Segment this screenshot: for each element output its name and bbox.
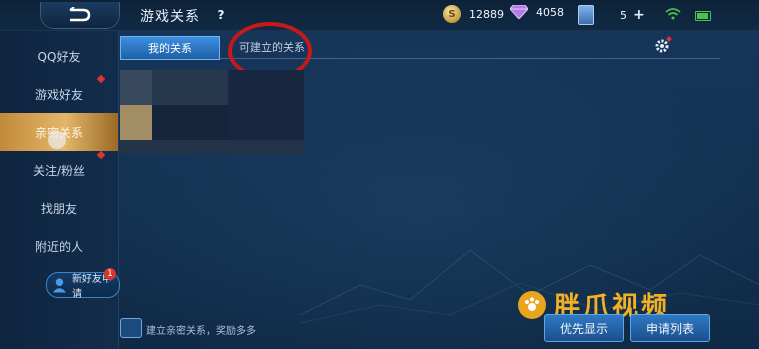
new-friend-badge: 1 xyxy=(104,268,116,280)
wifi-icon xyxy=(665,8,681,20)
gold-counter: S 12889 xyxy=(443,5,504,23)
gold-coin-icon: S xyxy=(443,5,461,23)
card-icon xyxy=(578,5,594,25)
sidebar-item-label: QQ好友 xyxy=(37,49,81,64)
blurred-avatar xyxy=(120,70,152,105)
request-list-button[interactable]: 申请列表 xyxy=(630,314,710,342)
help-button[interactable]: ? xyxy=(213,7,229,23)
person-icon xyxy=(52,278,67,293)
page-title: 游戏关系 xyxy=(140,9,200,25)
blurred-row xyxy=(152,70,228,105)
back-arrow-icon xyxy=(69,7,91,22)
blurred-row xyxy=(228,70,304,140)
gold-amount: 12889 xyxy=(469,7,504,21)
sidebar-item-label: 找朋友 xyxy=(40,201,77,216)
back-button[interactable] xyxy=(40,2,120,29)
diamond-amount: 4058 xyxy=(536,5,564,19)
card-amount: 5 xyxy=(620,8,627,22)
sidebar-item-label: 关注/粉丝 xyxy=(32,163,86,178)
diamond-icon xyxy=(510,5,528,19)
gear-icon[interactable] xyxy=(654,36,672,54)
hint-icon xyxy=(120,318,142,338)
sidebar-item-find-friends[interactable]: 找朋友 xyxy=(0,189,118,227)
sidebar-item-label: 游戏好友 xyxy=(34,87,83,102)
priority-display-button[interactable]: 优先显示 xyxy=(544,314,624,342)
relation-list xyxy=(120,70,310,158)
blurred-row xyxy=(152,105,228,140)
blurred-row xyxy=(120,140,304,154)
sidebar-item-qq-friends[interactable]: QQ好友 xyxy=(0,37,118,75)
relationship-tabs: 我的关系 可建立的关系 xyxy=(120,36,720,60)
paw-logo-icon xyxy=(518,290,546,319)
card-counter: 5 + xyxy=(578,5,645,25)
sidebar-item-label: 附近的人 xyxy=(34,239,83,254)
add-card-button[interactable]: + xyxy=(633,7,645,23)
blurred-avatar xyxy=(120,105,152,140)
battery-icon xyxy=(695,11,711,21)
hint-text: 建立亲密关系，奖励多多 xyxy=(146,326,256,337)
sidebar-item-nearby[interactable]: 附近的人 xyxy=(0,227,118,265)
sidebar: QQ好友 游戏好友 亲密关系 关注/粉丝 找朋友 附近的人 xyxy=(0,31,119,349)
tab-my-relations[interactable]: 我的关系 xyxy=(120,36,220,60)
diamond-counter: 4058 xyxy=(510,5,564,19)
touch-indicator xyxy=(48,131,66,149)
top-bar: 游戏关系 ? S 12889 4058 5 + xyxy=(0,0,759,31)
